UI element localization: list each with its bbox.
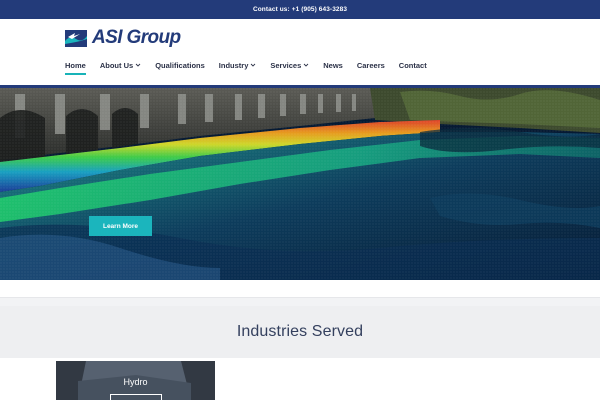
nav-item-label: About Us (99, 60, 134, 70)
top-contact-bar: Contact us: +1 (905) 643-3283 (0, 0, 600, 19)
nav-item-qualifications[interactable]: Qualifications (155, 61, 205, 70)
nav-item-services[interactable]: Services (270, 61, 309, 70)
nav-item-about-us[interactable]: About Us (100, 61, 141, 70)
contact-phone-text[interactable]: Contact us: +1 (905) 643-3283 (253, 6, 347, 13)
nav-item-label: Home (65, 60, 86, 70)
nav-item-industry[interactable]: Industry (219, 61, 257, 70)
chevron-down-icon (303, 63, 309, 67)
main-nav: Home About Us Qualifications Industry Se… (65, 58, 441, 75)
section-spacer (0, 280, 600, 298)
nav-item-news[interactable]: News (323, 61, 343, 70)
nav-item-label: Contact (398, 60, 427, 70)
nav-item-label: News (323, 60, 343, 70)
asi-wave-logo-icon (65, 29, 87, 47)
section-divider (0, 298, 600, 306)
industries-section-header: Industries Served (0, 306, 600, 358)
nav-item-label: Industry (218, 60, 249, 70)
nav-item-label: Careers (356, 60, 385, 70)
site-header: ASI Group Home About Us Qualifications I… (0, 19, 600, 85)
nav-item-careers[interactable]: Careers (357, 61, 385, 70)
nav-item-contact[interactable]: Contact (399, 61, 427, 70)
sonar-point-cloud-graphic (0, 88, 600, 280)
site-logo[interactable]: ASI Group (65, 27, 181, 48)
industry-card-title: Hydro (123, 377, 148, 387)
nav-item-home[interactable]: Home (65, 60, 86, 75)
logo-text: ASI Group (92, 27, 181, 48)
industries-heading: Industries Served (236, 323, 364, 340)
industries-cards: Hydro (0, 358, 600, 400)
nav-item-label: Services (270, 60, 302, 70)
industry-card-hydro[interactable]: Hydro (56, 361, 215, 400)
chevron-down-icon (135, 63, 141, 67)
hero-sonar-scan-image (0, 88, 600, 280)
card-outline-button[interactable] (110, 394, 162, 400)
learn-more-button[interactable]: Learn More (89, 216, 152, 236)
nav-item-label: Qualifications (155, 60, 205, 70)
chevron-down-icon (251, 63, 256, 67)
